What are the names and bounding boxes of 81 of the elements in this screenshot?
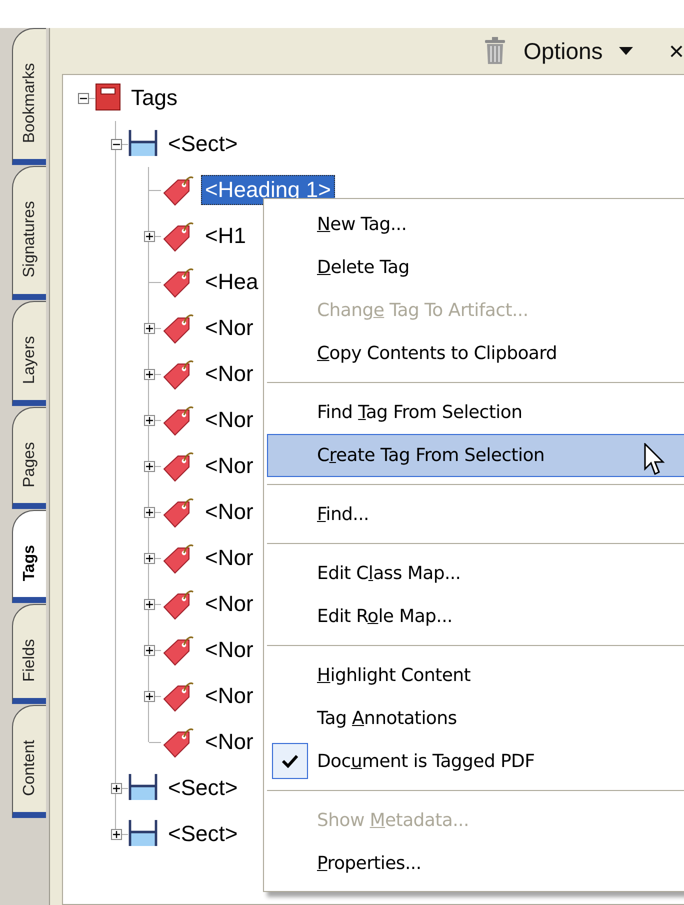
tag-icon <box>161 450 195 482</box>
tag-icon <box>161 174 195 206</box>
menu-item[interactable]: Edit Class Map... <box>267 552 684 595</box>
expand-toggle[interactable] <box>110 828 122 840</box>
expand-toggle[interactable] <box>144 322 154 334</box>
side-tab[interactable]: Fields <box>12 604 46 704</box>
tag-icon <box>161 680 195 712</box>
expand-toggle[interactable] <box>144 460 154 472</box>
tag-icon <box>161 358 195 390</box>
expand-toggle[interactable] <box>144 414 154 426</box>
tag-icon <box>161 312 195 344</box>
caret-icon <box>618 47 633 55</box>
tree-item[interactable]: <Nor <box>201 451 258 481</box>
plus-icon <box>144 692 154 700</box>
plus-icon <box>112 784 120 792</box>
plus-icon <box>144 646 154 654</box>
side-tab[interactable]: Layers <box>12 300 46 406</box>
menu-item[interactable]: Document is Tagged PDF <box>267 740 684 783</box>
tree-item[interactable]: <Nor <box>201 589 258 619</box>
tree-item[interactable]: <Nor <box>201 359 258 389</box>
menu-item[interactable]: Create Tag From Selection <box>267 434 684 477</box>
side-tab[interactable]: Tags <box>12 510 46 604</box>
expand-toggle[interactable] <box>110 782 122 794</box>
tree-item[interactable]: <Hea <box>201 267 262 297</box>
side-tab[interactable]: Signatures <box>12 166 46 300</box>
menu-item[interactable]: Edit Role Map... <box>267 595 684 638</box>
tag-icon <box>161 404 195 436</box>
tree-item[interactable]: <Nor <box>201 727 258 757</box>
tree-item[interactable]: <Nor <box>201 405 258 435</box>
tag-icon <box>161 588 195 620</box>
expand-toggle[interactable] <box>144 230 154 242</box>
menu-item[interactable]: Highlight Content <box>267 654 684 697</box>
tree-item[interactable]: <Sect> <box>164 773 242 803</box>
collapse-toggle[interactable] <box>78 92 88 104</box>
document-icon <box>95 82 121 114</box>
tag-icon <box>161 542 195 574</box>
tree-item[interactable]: <Nor <box>201 497 258 527</box>
tick-icon <box>282 754 298 768</box>
expand-toggle[interactable] <box>144 598 154 610</box>
tree-item[interactable]: <Nor <box>201 543 258 573</box>
expand-toggle[interactable] <box>144 368 154 380</box>
plus-icon <box>144 508 154 516</box>
tag-icon <box>161 220 195 252</box>
menu-item[interactable]: New Tag... <box>267 203 684 246</box>
plus-icon <box>144 416 154 424</box>
tree-item[interactable]: <Nor <box>201 313 258 343</box>
menu-item[interactable]: Properties... <box>267 842 684 885</box>
tag-icon <box>161 266 195 298</box>
tree-item[interactable]: <H1 <box>201 221 250 251</box>
tree-item[interactable]: <Sect> <box>164 129 242 159</box>
plus-icon <box>112 830 120 838</box>
expand-toggle[interactable] <box>144 506 154 518</box>
tag-icon <box>161 496 195 528</box>
tree-item[interactable]: Tags <box>127 83 182 113</box>
expand-toggle[interactable] <box>144 644 154 656</box>
plus-icon <box>144 370 154 378</box>
tree-item[interactable]: <Sect> <box>164 819 242 849</box>
plus-icon <box>144 232 154 240</box>
plus-icon <box>144 462 154 470</box>
expand-toggle[interactable] <box>144 552 154 564</box>
menu-item[interactable]: Tag Annotations <box>267 697 684 740</box>
close-button[interactable]: × <box>664 34 684 68</box>
tree-item[interactable]: <Nor <box>201 635 258 665</box>
menu-item[interactable]: Delete Tag <box>267 246 684 289</box>
menu-item[interactable]: Copy Contents to Clipboard <box>267 332 684 375</box>
side-tab[interactable]: Bookmarks <box>12 28 46 166</box>
side-tab[interactable]: Content <box>12 704 46 818</box>
plus-icon <box>144 600 154 608</box>
trash-icon <box>484 37 506 65</box>
side-tab[interactable]: Pages <box>12 406 46 509</box>
menu-item[interactable]: Find Tag From Selection <box>267 391 684 434</box>
options-button[interactable]: Options <box>520 36 637 66</box>
tag-icon <box>161 634 195 666</box>
plus-icon <box>144 324 154 332</box>
menu-item[interactable]: Find... <box>267 493 684 536</box>
expand-toggle[interactable] <box>144 690 154 702</box>
plus-icon <box>144 554 154 562</box>
tag-icon <box>161 726 195 758</box>
cursor-icon <box>644 443 666 477</box>
collapse-toggle[interactable] <box>110 138 122 150</box>
tree-item[interactable]: <Nor <box>201 681 258 711</box>
